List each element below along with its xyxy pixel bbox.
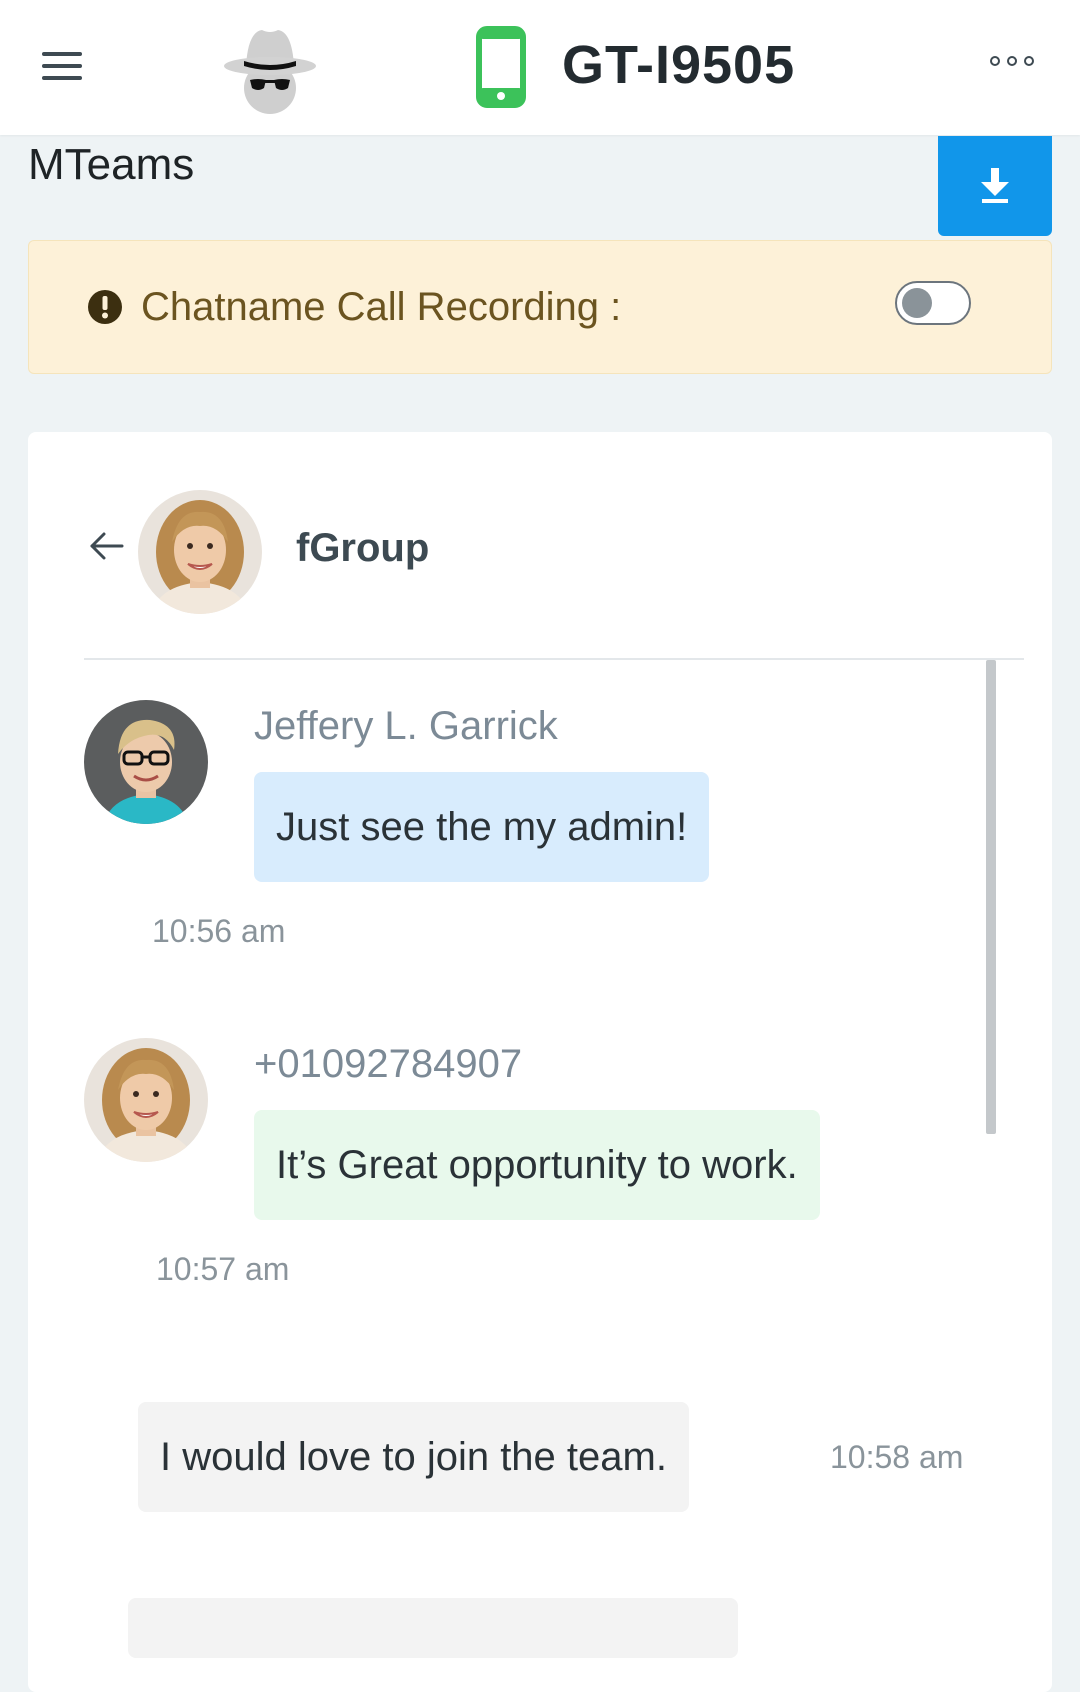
chat-card: fGroup Jeffery L. Garrick Just see the m… <box>28 432 1052 1692</box>
arrow-left-icon[interactable] <box>86 526 130 566</box>
incognito-spy-icon <box>224 30 316 114</box>
call-recording-alert: Chatname Call Recording : <box>28 240 1052 374</box>
message-time: 10:57 am <box>156 1251 290 1287</box>
sender-avatar[interactable] <box>84 1038 208 1162</box>
sender-avatar[interactable] <box>84 700 208 824</box>
message-bubble: I would love to join the team. <box>138 1402 689 1512</box>
download-icon <box>981 168 1009 203</box>
message-bubble: It’s Great opportunity to work. <box>254 1110 820 1220</box>
more-dots-icon[interactable] <box>988 48 1042 78</box>
chat-group-name: fGroup <box>296 526 430 570</box>
chat-header-divider <box>84 658 1024 660</box>
device-name: GT-I9505 <box>562 35 796 95</box>
call-recording-toggle[interactable] <box>895 281 971 325</box>
call-recording-label: Chatname Call Recording : <box>141 285 622 329</box>
hamburger-menu-icon[interactable] <box>38 44 86 88</box>
message-time: 10:56 am <box>152 913 286 949</box>
top-app-bar: GT-I9505 <box>0 0 1080 135</box>
download-button[interactable] <box>938 136 1052 236</box>
exclamation-circle-icon <box>88 290 122 324</box>
message-sender: Jeffery L. Garrick <box>254 704 558 748</box>
chat-scrollbar[interactable] <box>986 660 996 1134</box>
group-avatar[interactable] <box>138 490 262 614</box>
smartphone-icon <box>476 26 526 108</box>
message-bubble: Just see the my admin! <box>254 772 710 882</box>
page-title: MTeams <box>28 140 195 189</box>
message-sender: +01092784907 <box>254 1042 523 1086</box>
message-time: 10:58 am <box>830 1439 964 1475</box>
message-bubble-partial <box>128 1598 738 1658</box>
toggle-knob <box>902 288 932 318</box>
